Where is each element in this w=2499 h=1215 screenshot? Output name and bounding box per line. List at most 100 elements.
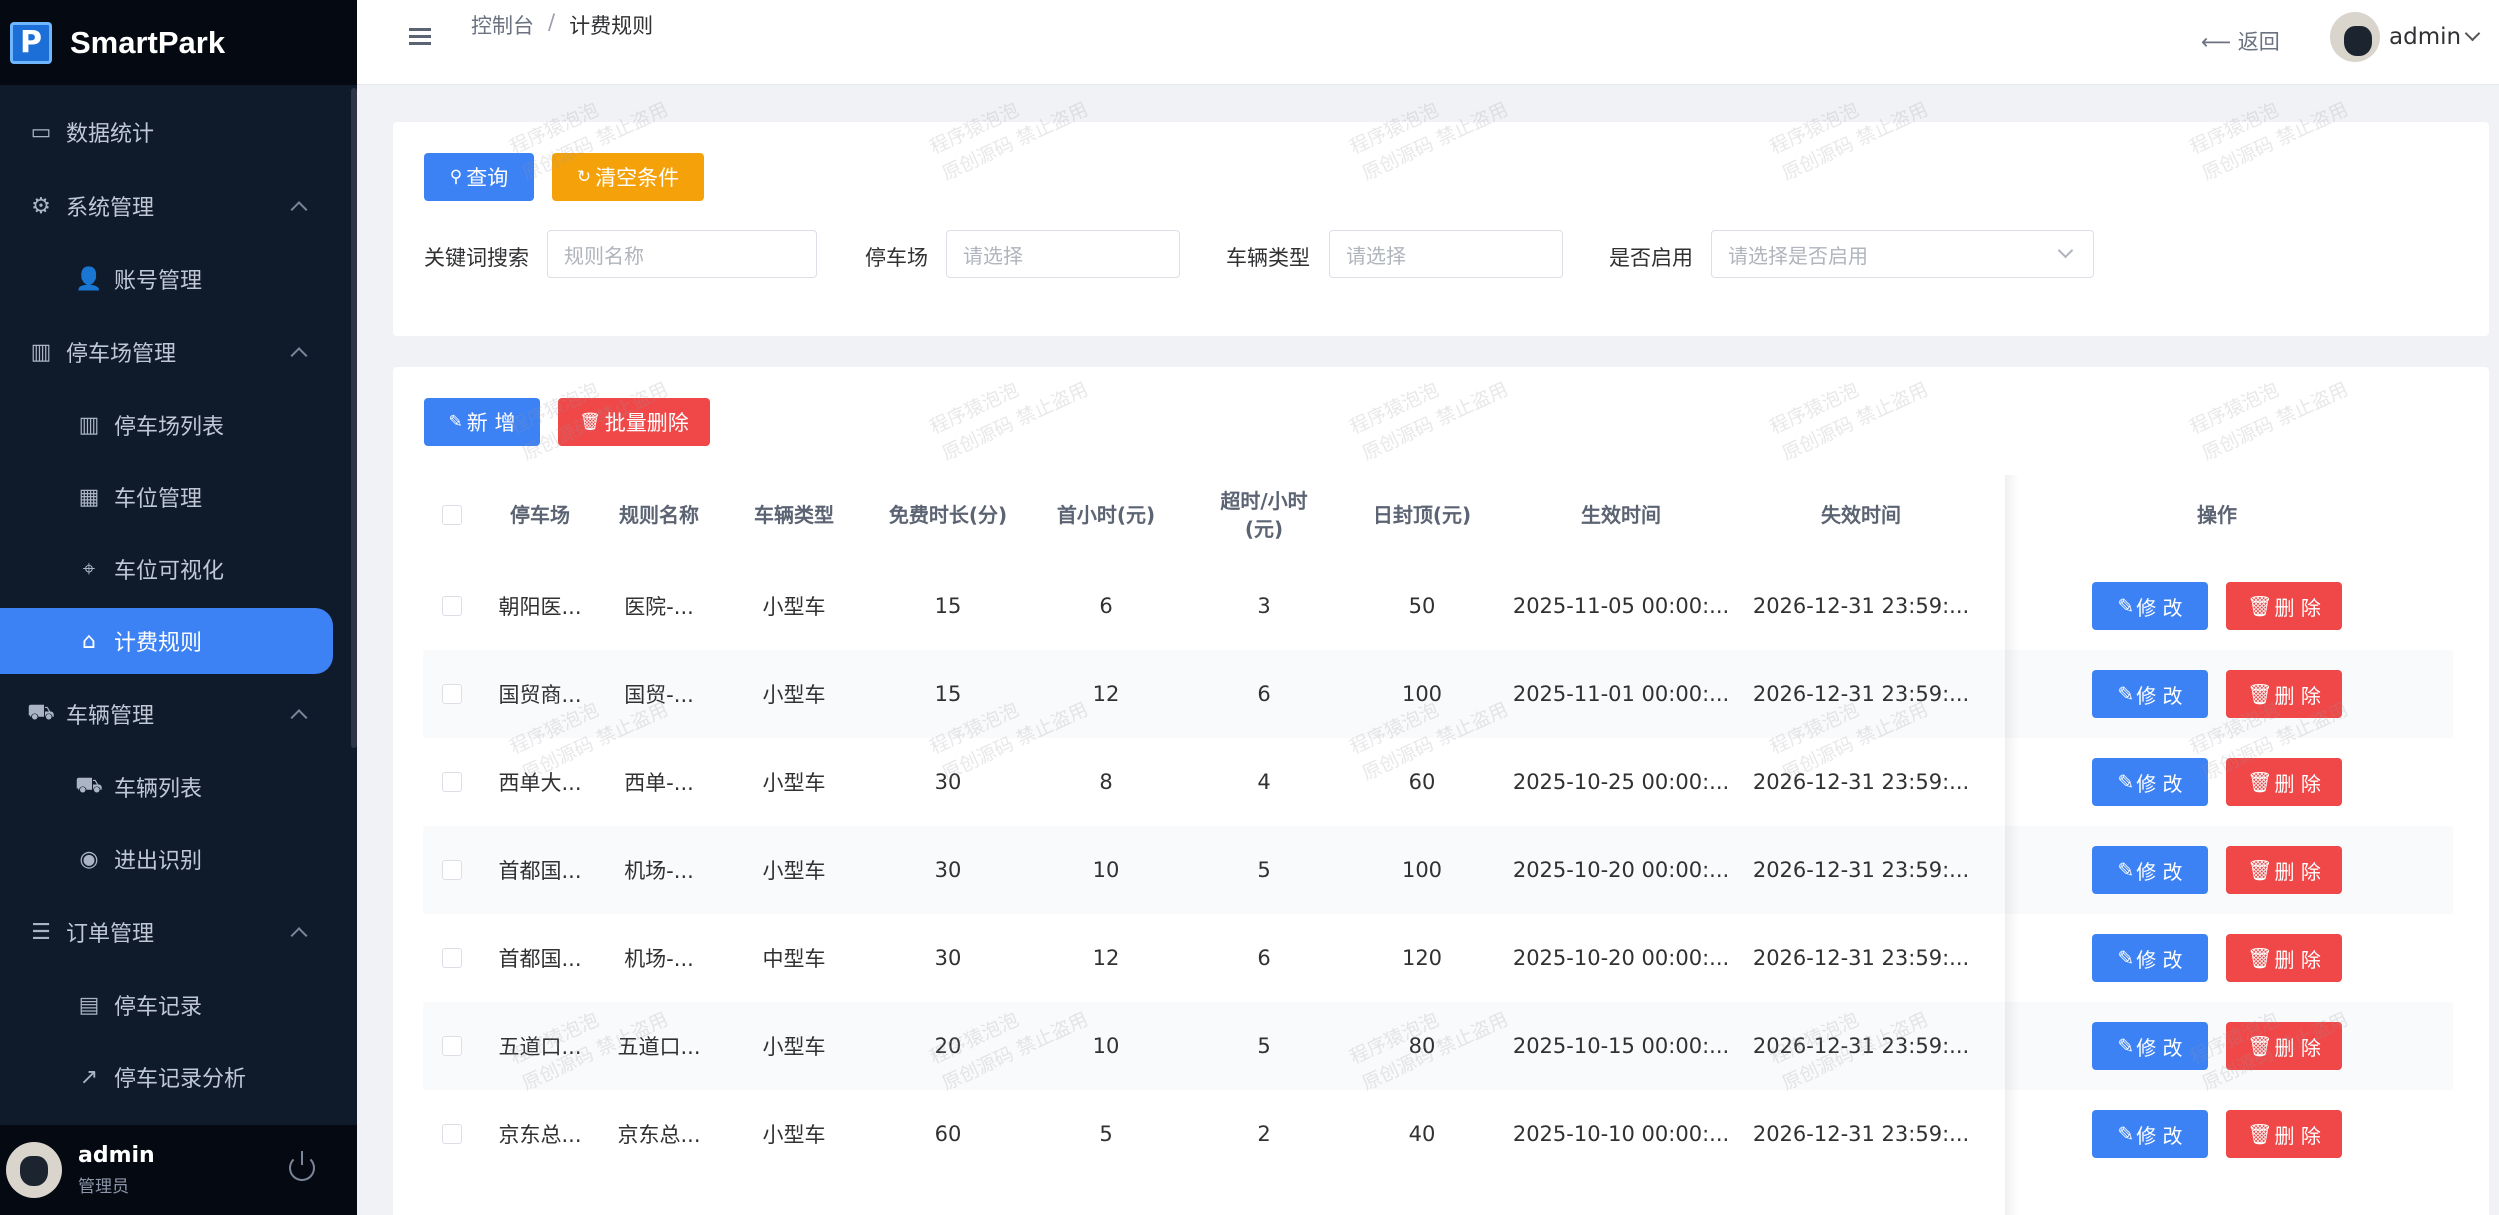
delete-button[interactable]: 🗑 删 除	[2226, 934, 2342, 982]
table-cell: 小型车	[762, 1123, 826, 1147]
sidebar-item[interactable]: ▭ 数据统计	[0, 95, 357, 169]
table-cell: 2025-10-10 00:00:...	[1512, 1122, 1730, 1146]
breadcrumb-home[interactable]: 控制台	[471, 10, 534, 40]
edit-icon: ✎	[2117, 858, 2135, 882]
sidebar-item-label: 停车场列表	[114, 415, 225, 440]
header-avatar[interactable]	[2330, 12, 2380, 62]
trash-icon: 🗑	[2247, 946, 2273, 970]
sidebar: P SmartPark ▭ 数据统计 ⚙ 系统管理 👤 账号管理 ▥ 停车场管理 ▥ 停车场列表 ▦…	[0, 0, 357, 1215]
menu-toggle-icon[interactable]	[409, 28, 431, 46]
delete-button[interactable]: 🗑 删 除	[2226, 758, 2342, 806]
back-button[interactable]: ⟵ 返回	[2201, 26, 2280, 56]
edit-icon: ✎	[2117, 594, 2135, 618]
sidebar-item[interactable]: ↗ 停车记录分析	[0, 1041, 357, 1113]
clear-label: 清空条件	[595, 166, 680, 190]
grid-icon: ▦	[78, 484, 100, 510]
sidebar-user-panel: admin 管理员	[0, 1125, 357, 1215]
sidebar-item[interactable]: ◉ 进出识别	[0, 823, 357, 895]
table-cell: 2026-12-31 23:59:...	[1752, 682, 1970, 706]
sidebar-item[interactable]: ▤ 停车记录	[0, 969, 357, 1041]
table-cell: 2025-11-01 00:00:...	[1512, 682, 1730, 706]
sidebar-item[interactable]: ⚙ 系统管理	[0, 169, 357, 243]
edit-button[interactable]: ✎ 修 改	[2092, 582, 2208, 630]
column-header: 停车场	[510, 502, 570, 527]
row-checkbox[interactable]	[442, 1124, 462, 1144]
row-checkbox[interactable]	[442, 772, 462, 792]
table-cell: 30	[934, 946, 962, 970]
building-icon: ▥	[78, 412, 100, 438]
table-cell: 15	[934, 682, 962, 706]
clear-button[interactable]: ↻ 清空条件	[552, 153, 704, 201]
edit-icon: ✎	[2117, 1034, 2135, 1058]
table-cell: 40	[1408, 1122, 1436, 1146]
table-cell: 50	[1408, 594, 1436, 618]
table-cell: 2026-12-31 23:59:...	[1752, 946, 1970, 970]
edit-label: 修 改	[2136, 1123, 2183, 1148]
delete-button[interactable]: 🗑 删 除	[2226, 846, 2342, 894]
batch-delete-button[interactable]: 🗑 批量删除	[558, 398, 710, 446]
delete-button[interactable]: 🗑 删 除	[2226, 582, 2342, 630]
table-cell: 4	[1257, 770, 1271, 794]
sidebar-item[interactable]: 👤 账号管理	[0, 243, 357, 315]
keyword-input[interactable]: 规则名称	[547, 230, 817, 278]
back-label: 返回	[2237, 30, 2280, 54]
sidebar-user-name: admin	[78, 1143, 155, 1168]
row-checkbox[interactable]	[442, 948, 462, 968]
edit-button[interactable]: ✎ 修 改	[2092, 670, 2208, 718]
keyword-label: 关键词搜索	[424, 246, 529, 270]
edit-button[interactable]: ✎ 修 改	[2092, 846, 2208, 894]
delete-button[interactable]: 🗑 删 除	[2226, 1022, 2342, 1070]
table-cell: 首都国...	[498, 947, 582, 971]
select-all-checkbox[interactable]	[442, 504, 462, 525]
edit-label: 修 改	[2136, 947, 2183, 972]
row-actions: ✎ 修 改 🗑 删 除	[1981, 738, 2453, 826]
row-checkbox[interactable]	[442, 684, 462, 704]
chevron-up-icon	[290, 201, 308, 219]
sidebar-item[interactable]: ☰ 订单管理	[0, 895, 357, 969]
header-user-name[interactable]: admin	[2389, 24, 2461, 50]
sidebar-item[interactable]: ⛟ 车辆列表	[0, 751, 357, 823]
column-header: 超时/小时(元)	[1220, 488, 1308, 541]
table-cell: 京东总...	[498, 1123, 582, 1147]
delete-button[interactable]: 🗑 删 除	[2226, 670, 2342, 718]
sidebar-item[interactable]: ▥ 停车场管理	[0, 315, 357, 389]
edit-button[interactable]: ✎ 修 改	[2092, 1110, 2208, 1158]
sidebar-item[interactable]: ⌂ 计费规则	[0, 608, 333, 674]
arrow-left-icon: ⟵	[2201, 30, 2232, 54]
row-actions: ✎ 修 改 🗑 删 除	[1981, 650, 2453, 738]
gear-icon: ⚙	[31, 193, 51, 219]
sidebar-item-label: 车位可视化	[114, 559, 225, 584]
sidebar-item-label: 车辆列表	[114, 777, 203, 802]
column-header: 规则名称	[619, 502, 699, 527]
row-checkbox[interactable]	[442, 860, 462, 880]
row-checkbox[interactable]	[442, 596, 462, 616]
enabled-placeholder: 请选择是否启用	[1728, 243, 1868, 268]
query-button[interactable]: ⚲ 查询	[424, 153, 534, 201]
chevron-up-icon	[290, 347, 308, 365]
avatar[interactable]	[6, 1142, 62, 1198]
add-button[interactable]: ✎ 新 增	[424, 398, 540, 446]
chevron-down-icon[interactable]	[2464, 25, 2481, 42]
table-cell: 10	[1092, 1034, 1120, 1058]
sidebar-item-label: 车辆管理	[66, 704, 155, 729]
row-actions: ✎ 修 改 🗑 删 除	[1981, 1002, 2453, 1090]
table-cell: 2026-12-31 23:59:...	[1752, 858, 1970, 882]
sidebar-item[interactable]: ▦ 车位管理	[0, 461, 357, 533]
lot-select[interactable]: 请选择	[946, 230, 1180, 278]
sidebar-item[interactable]: ⛟ 车辆管理	[0, 677, 357, 751]
table-row: 西单大... 西单-... 小型车 30 8 4 60 2025-10-25 00:00:..…	[423, 738, 2453, 826]
sidebar-item[interactable]: ▥ 停车场列表	[0, 389, 357, 461]
delete-label: 删 除	[2274, 595, 2321, 620]
edit-button[interactable]: ✎ 修 改	[2092, 934, 2208, 982]
row-checkbox[interactable]	[442, 1036, 462, 1056]
power-icon[interactable]	[289, 1151, 315, 1181]
edit-button[interactable]: ✎ 修 改	[2092, 758, 2208, 806]
enabled-select[interactable]: 请选择是否启用	[1711, 230, 2094, 278]
edit-button[interactable]: ✎ 修 改	[2092, 1022, 2208, 1070]
sidebar-item[interactable]: ⌖ 车位可视化	[0, 533, 357, 605]
delete-button[interactable]: 🗑 删 除	[2226, 1110, 2342, 1158]
table-row: 朝阳医... 医院-... 小型车 15 6 3 50 2025-11-05 00:00:..…	[423, 562, 2453, 650]
sidebar-scrollbar[interactable]	[351, 88, 357, 748]
table-cell: 2025-10-15 00:00:...	[1512, 1034, 1730, 1058]
vehicle-type-select[interactable]: 请选择	[1329, 230, 1563, 278]
